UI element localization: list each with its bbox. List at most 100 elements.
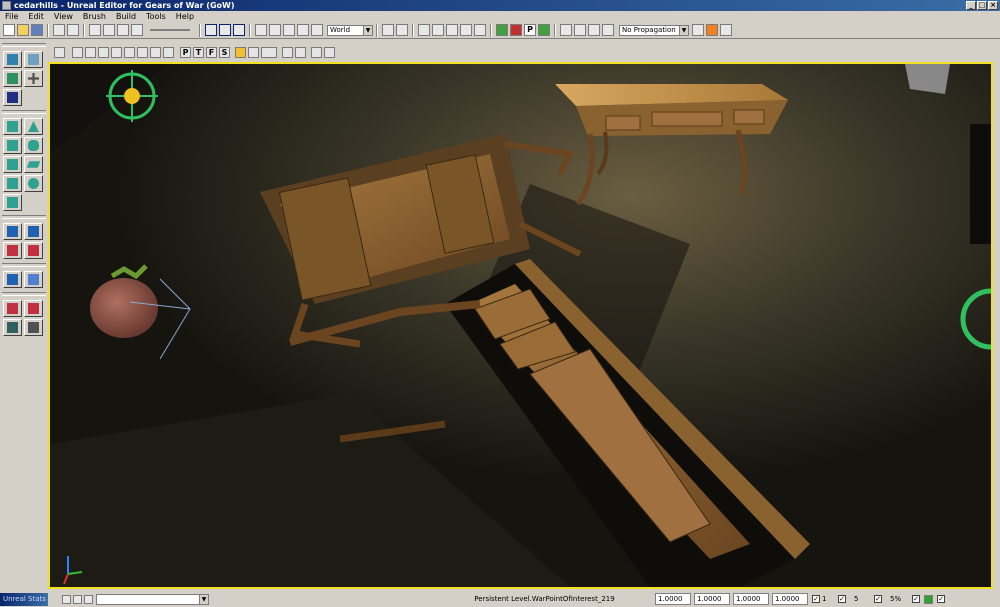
viewport-type-icon[interactable] (54, 46, 65, 58)
viewport-scrollbar[interactable] (994, 62, 1000, 589)
cylinder-brush-button[interactable] (24, 137, 43, 154)
open-icon[interactable] (17, 24, 29, 36)
csg-intersect-button[interactable] (3, 242, 22, 259)
search-icon[interactable] (89, 24, 101, 36)
terrain-mode-button[interactable] (3, 70, 22, 87)
sphere-brush-button[interactable] (24, 175, 43, 192)
build-all-icon[interactable] (602, 24, 614, 36)
restore-icon[interactable] (73, 594, 82, 604)
top-view-button[interactable]: T (193, 46, 204, 58)
viewport-single-icon[interactable] (233, 24, 245, 36)
propagation-dropdown[interactable]: No Propagation ▼ (619, 24, 689, 36)
sheet-brush-button[interactable] (24, 156, 43, 173)
side-view-button[interactable]: S (219, 46, 230, 58)
select-all-button[interactable] (24, 319, 43, 336)
menu-build[interactable]: Build (111, 12, 141, 21)
select-mode-icon[interactable] (255, 24, 267, 36)
terrain-icon[interactable] (538, 24, 550, 36)
menu-view[interactable]: View (49, 12, 78, 21)
new-icon[interactable] (3, 24, 15, 36)
maximize-button[interactable]: □ (977, 1, 987, 10)
viewport-layout-icon[interactable] (205, 24, 217, 36)
menu-help[interactable]: Help (171, 12, 199, 21)
show-flags-icon[interactable] (261, 46, 277, 58)
lock-icon[interactable] (235, 46, 246, 58)
mesh-icon[interactable] (474, 24, 486, 36)
minimize-icon[interactable] (62, 594, 71, 604)
grid-snap-checkbox[interactable]: ✓ (812, 595, 820, 603)
linear-stair-button[interactable] (3, 137, 22, 154)
csg-add-button[interactable] (3, 223, 22, 240)
actor-browser-icon[interactable] (396, 24, 408, 36)
scale-snap-checkbox[interactable]: ✓ (874, 595, 882, 603)
sound-icon[interactable] (460, 24, 472, 36)
stats-panel-tab[interactable]: Unreal Stats (0, 592, 48, 606)
cone-brush-button[interactable] (24, 118, 43, 135)
green-light-icon[interactable] (924, 594, 933, 604)
coordinate-system-dropdown[interactable]: World ▼ (327, 24, 373, 36)
game-view-icon[interactable] (295, 46, 306, 58)
drag-grid-w[interactable]: 1.0000 (772, 593, 808, 605)
scale-icon[interactable] (297, 24, 309, 36)
lit-icon[interactable] (111, 46, 122, 58)
meshpaint-mode-button[interactable] (3, 89, 22, 106)
minimize-button[interactable]: _ (966, 1, 976, 10)
rotate-icon[interactable] (283, 24, 295, 36)
drag-grid-z[interactable]: 1.0000 (733, 593, 769, 605)
add-special-button[interactable] (24, 271, 43, 288)
nonuniform-scale-icon[interactable] (311, 24, 323, 36)
camera-speed-slider[interactable] (150, 29, 190, 31)
menu-edit[interactable]: Edit (23, 12, 49, 21)
drag-grid-x[interactable]: 1.0000 (655, 593, 691, 605)
kismet-icon[interactable] (496, 24, 508, 36)
eye-icon[interactable] (248, 46, 259, 58)
autosave-checkbox[interactable]: ✓ (937, 595, 945, 603)
show-selected-button[interactable] (3, 300, 22, 317)
play-on-console-icon[interactable] (706, 24, 718, 36)
texture-density-icon[interactable] (150, 46, 161, 58)
build-paths-icon[interactable] (588, 24, 600, 36)
volumetric-brush-button[interactable] (3, 194, 22, 211)
geometry-mode-button[interactable] (24, 51, 43, 68)
material-icon[interactable] (446, 24, 458, 36)
csg-subtract-button[interactable] (24, 223, 43, 240)
cut-icon[interactable] (418, 24, 430, 36)
command-input[interactable]: ▼ (96, 593, 209, 605)
csg-deintersect-button[interactable] (24, 242, 43, 259)
select-inside-button[interactable] (3, 319, 22, 336)
paste-icon[interactable] (131, 24, 143, 36)
shader-complexity-icon[interactable] (163, 46, 174, 58)
rotation-snap-checkbox[interactable]: ✓ (838, 595, 846, 603)
curved-stair-button[interactable] (3, 156, 22, 173)
hide-selected-button[interactable] (24, 300, 43, 317)
streaming-icon[interactable] (324, 46, 335, 58)
copy-icon[interactable] (117, 24, 129, 36)
build-lighting-icon[interactable] (574, 24, 586, 36)
menu-brush[interactable]: Brush (78, 12, 111, 21)
undo-icon[interactable] (53, 24, 65, 36)
lighting-only-icon[interactable] (124, 46, 135, 58)
options-icon[interactable] (692, 24, 704, 36)
unlit-icon[interactable] (98, 46, 109, 58)
binoculars-icon[interactable] (382, 24, 394, 36)
save-icon[interactable] (31, 24, 43, 36)
perspective-viewport[interactable] (48, 62, 993, 589)
redo-icon[interactable] (67, 24, 79, 36)
camera-mode-button[interactable] (3, 51, 22, 68)
drag-grid-y[interactable]: 1.0000 (694, 593, 730, 605)
group-browser-icon[interactable] (432, 24, 444, 36)
light-complexity-icon[interactable] (137, 46, 148, 58)
post-process-icon[interactable] (311, 46, 322, 58)
select-icon[interactable] (103, 24, 115, 36)
menu-file[interactable]: File (0, 12, 23, 21)
add-volume-button[interactable] (3, 271, 22, 288)
realtime-checkbox[interactable]: ✓ (912, 595, 920, 603)
menu-tools[interactable]: Tools (141, 12, 171, 21)
cube-brush-button[interactable] (3, 118, 22, 135)
console-icon[interactable] (720, 24, 732, 36)
front-view-button[interactable]: F (206, 46, 217, 58)
grid-icon[interactable] (282, 46, 293, 58)
close-icon[interactable] (84, 594, 93, 604)
close-button[interactable]: × (988, 1, 998, 10)
perspective-view-button[interactable]: P (180, 46, 191, 58)
